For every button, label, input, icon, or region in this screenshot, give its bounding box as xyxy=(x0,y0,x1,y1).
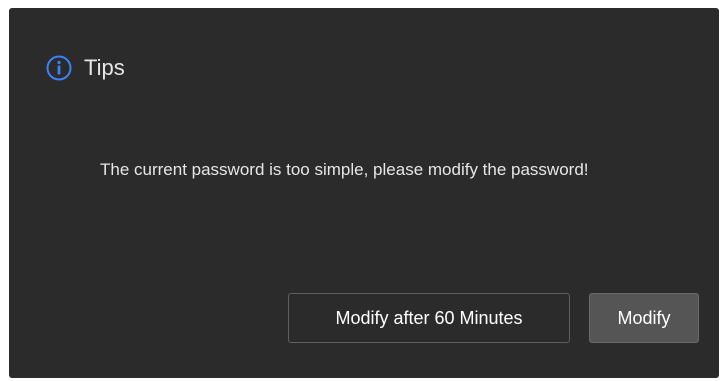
info-icon xyxy=(46,55,72,81)
dialog-message: The current password is too simple, plea… xyxy=(100,160,589,179)
tips-dialog: Tips The current password is too simple,… xyxy=(9,8,719,378)
dialog-header: Tips xyxy=(46,53,125,83)
modify-later-button[interactable]: Modify after 60 Minutes xyxy=(288,293,570,343)
modify-button[interactable]: Modify xyxy=(589,293,699,343)
dialog-title: Tips xyxy=(84,55,125,80)
